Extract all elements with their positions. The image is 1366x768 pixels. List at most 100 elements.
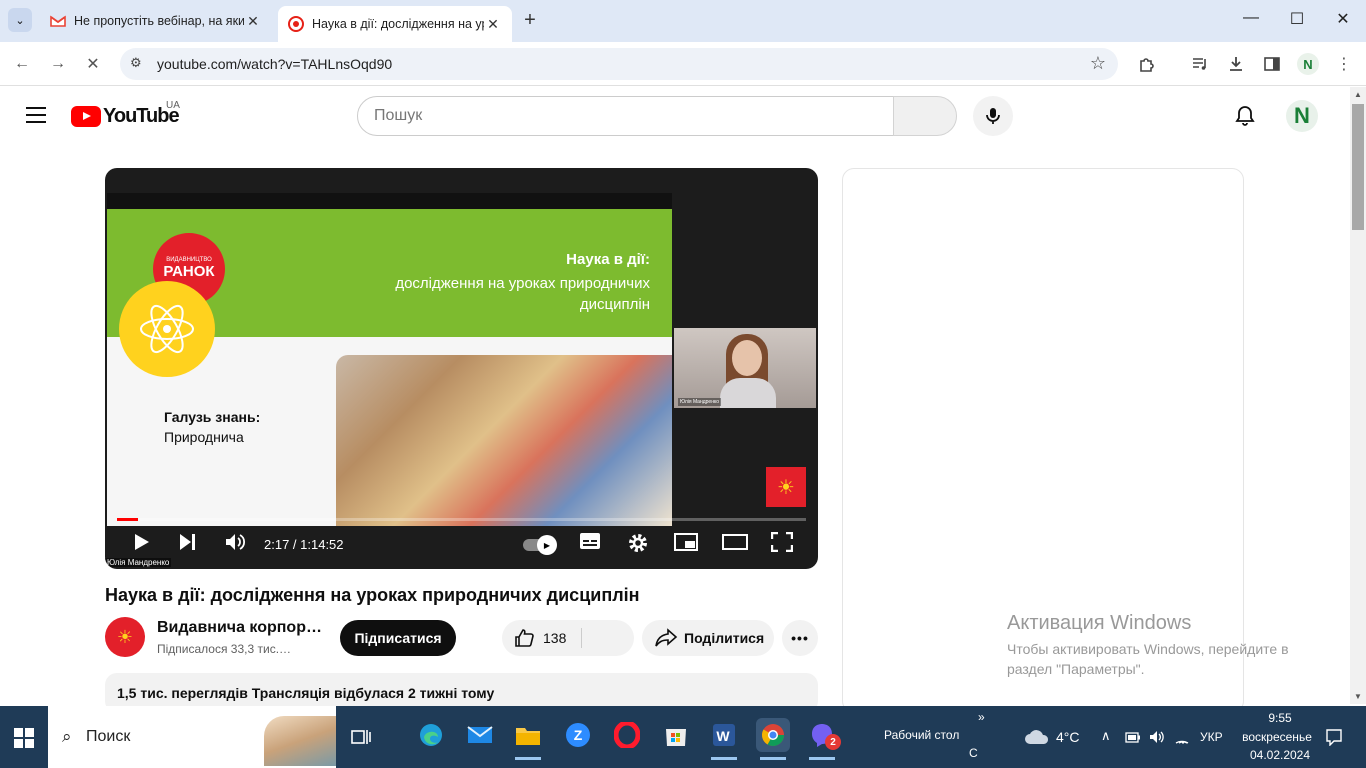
side-panel-icon[interactable] — [1262, 54, 1282, 74]
video-player[interactable]: Наука в дії: дослідження на уроках приро… — [105, 168, 818, 569]
task-view-icon[interactable] — [351, 728, 371, 746]
browser-tab-strip: ⌄ Не пропустіть вебінар, на яки ✕ Наука … — [0, 0, 1366, 42]
minimize-button[interactable]: — — [1228, 9, 1274, 27]
tab-gmail[interactable]: Не пропустіть вебінар, на яки ✕ — [40, 6, 272, 36]
close-tab-icon[interactable]: ✕ — [244, 13, 262, 30]
video-progress-bar[interactable] — [117, 518, 806, 521]
tab-youtube[interactable]: Наука в дії: дослідження на ур ✕ — [278, 6, 512, 42]
desktop-toolbar-label[interactable]: Рабочий стол — [884, 728, 959, 742]
share-icon — [655, 628, 678, 647]
miniplayer-icon[interactable] — [674, 532, 698, 552]
view-stats: 1,5 тис. переглядів Трансляція відбулася… — [117, 685, 495, 701]
scroll-down-icon[interactable]: ▼ — [1354, 692, 1362, 701]
profile-avatar[interactable]: N — [1297, 53, 1319, 75]
channel-name[interactable]: Видавнича корпор… — [157, 619, 322, 637]
account-avatar[interactable]: N — [1286, 100, 1318, 132]
fullscreen-icon[interactable] — [771, 532, 793, 552]
clock-day[interactable]: воскресенье — [1232, 730, 1322, 744]
dislike-button[interactable] — [582, 620, 634, 656]
search-icon: ⌕ — [62, 727, 72, 746]
word-icon[interactable]: W — [707, 718, 741, 760]
stop-loading-icon[interactable]: ✕ — [83, 54, 103, 74]
windows-start-icon[interactable] — [14, 728, 34, 748]
browser-menu-icon[interactable]: ⋮ — [1334, 54, 1354, 74]
download-icon[interactable] — [1226, 54, 1246, 74]
page-scrollbar[interactable]: ▲ ▼ — [1350, 87, 1366, 704]
next-video-icon[interactable] — [177, 532, 197, 552]
classroom-photo — [336, 355, 672, 526]
voice-search-button[interactable] — [973, 96, 1013, 136]
show-hidden-icons-chevron[interactable]: ∧ — [1101, 728, 1111, 744]
toolbar-overflow-chevron[interactable]: » — [978, 710, 985, 724]
play-icon[interactable] — [131, 532, 151, 552]
windows-taskbar: ⌕ Поиск Z W 2 Рабочий стол » С 4°C ∧ УКР… — [0, 706, 1366, 768]
wifi-icon[interactable] — [1174, 730, 1190, 744]
viber-icon[interactable]: 2 — [805, 718, 841, 760]
speaker-name-label: Юлія Мандренко — [105, 558, 172, 567]
forward-icon[interactable]: → — [48, 54, 68, 74]
site-info-icon[interactable]: ⚙ — [130, 55, 148, 73]
more-actions-button[interactable]: ••• — [782, 620, 818, 656]
scrollbar-thumb[interactable] — [1352, 104, 1364, 230]
search-input[interactable]: Пошук — [357, 96, 894, 136]
webcam-feed: Юлія Мандренко — [674, 328, 816, 408]
theater-mode-icon[interactable] — [722, 532, 748, 552]
share-button[interactable]: Поділитися — [642, 620, 774, 656]
back-icon[interactable]: ← — [12, 54, 32, 74]
ranok-sun-logo: ☀ — [766, 467, 806, 507]
clock-time[interactable]: 9:55 — [1240, 711, 1320, 725]
mail-icon[interactable] — [463, 718, 497, 752]
subtitles-icon[interactable] — [579, 532, 601, 550]
like-dislike-group: 138 — [502, 620, 634, 656]
notifications-bell-icon[interactable] — [1233, 104, 1257, 128]
bookmark-star-icon[interactable]: ☆ — [1090, 53, 1106, 74]
microsoft-store-icon[interactable] — [659, 718, 693, 752]
region-code: UA — [166, 100, 180, 111]
extensions-icon[interactable] — [1137, 54, 1157, 74]
battery-icon[interactable] — [1125, 732, 1141, 743]
volume-icon[interactable] — [224, 532, 246, 552]
close-tab-icon[interactable]: ✕ — [484, 16, 502, 33]
cloud-weather-icon[interactable] — [1024, 729, 1050, 745]
tab-title: Не пропустіть вебінар, на яки — [74, 14, 244, 28]
language-indicator[interactable]: УКР — [1200, 730, 1223, 744]
scroll-up-icon[interactable]: ▲ — [1354, 90, 1362, 99]
maximize-button[interactable]: ☐ — [1274, 9, 1320, 29]
slide-subtitle: дослідження на уроках природничих дисцип… — [395, 275, 650, 313]
viber-badge: 2 — [825, 734, 841, 750]
menu-icon[interactable] — [26, 107, 46, 123]
taskbar-search[interactable]: ⌕ Поиск — [48, 706, 336, 768]
tab-title: Наука в дії: дослідження на ур — [312, 17, 484, 31]
media-control-icon[interactable] — [1190, 54, 1210, 74]
share-label: Поділитися — [684, 630, 765, 646]
microphone-icon — [986, 108, 1000, 124]
chrome-icon[interactable] — [756, 718, 790, 760]
windows-activation-watermark: Активация Windows Чтобы активировать Win… — [1007, 612, 1289, 677]
edge-icon[interactable] — [414, 718, 448, 752]
youtube-live-icon — [288, 16, 304, 32]
like-count[interactable]: 138 — [543, 630, 566, 646]
knowledge-field: Галузь знань: Природнича — [164, 409, 261, 445]
youtube-play-icon — [71, 105, 101, 127]
search-button[interactable] — [893, 96, 957, 136]
volume-tray-icon[interactable] — [1149, 729, 1165, 745]
opera-icon[interactable] — [610, 718, 644, 752]
svg-text:Z: Z — [574, 727, 583, 743]
autoplay-toggle[interactable]: ▶ — [523, 535, 557, 555]
weather-temp[interactable]: 4°C — [1056, 729, 1080, 745]
subscribe-button[interactable]: Підписатися — [340, 620, 456, 656]
tab-search-button[interactable]: ⌄ — [8, 8, 32, 32]
zoom-icon[interactable]: Z — [561, 718, 595, 752]
settings-gear-icon[interactable] — [627, 532, 649, 554]
notification-center-icon[interactable] — [1325, 728, 1343, 746]
atom-icon — [119, 281, 215, 377]
file-explorer-icon[interactable] — [511, 718, 545, 760]
clock-date[interactable]: 04.02.2024 — [1240, 748, 1320, 762]
address-bar[interactable]: ⚙ youtube.com/watch?v=TAHLnsOqd90 ☆ — [120, 48, 1118, 80]
close-window-button[interactable]: ✕ — [1320, 9, 1366, 29]
new-tab-button[interactable]: + — [518, 9, 542, 32]
thumbs-up-icon[interactable] — [513, 627, 535, 649]
channel-avatar[interactable]: ☀ — [105, 617, 145, 657]
browser-toolbar: ← → ✕ ⚙ youtube.com/watch?v=TAHLnsOqd90 … — [0, 42, 1366, 86]
youtube-logo[interactable]: YouTube UA — [71, 100, 180, 127]
